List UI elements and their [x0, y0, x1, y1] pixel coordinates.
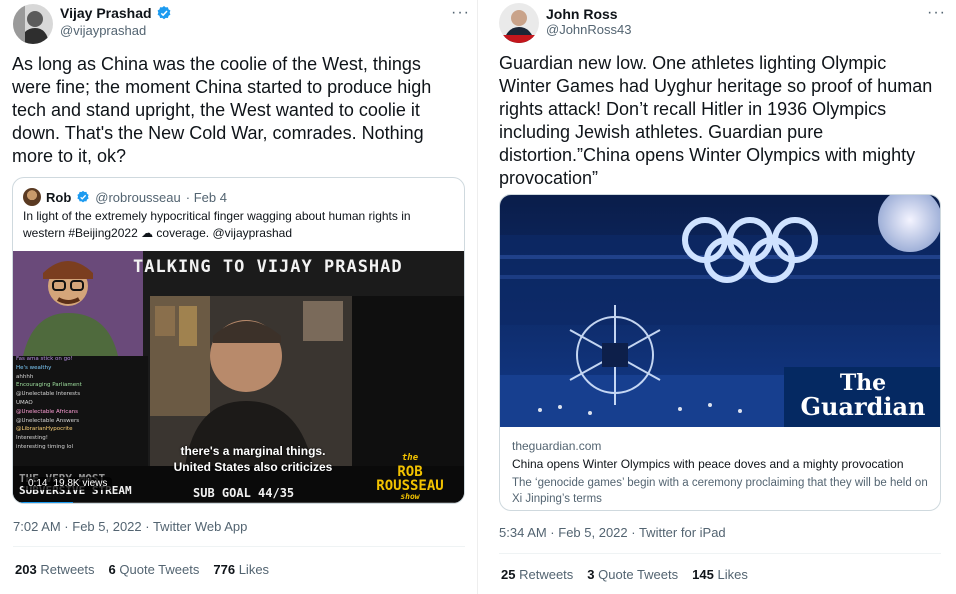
divider [13, 546, 465, 547]
chat-line: @Unelectable Africans [16, 408, 79, 415]
quoted-text: In light of the extremely hypocritical f… [23, 209, 411, 240]
show-logo-rob: ROB [397, 464, 423, 480]
video-caption: there's a marginal things. United States… [153, 443, 353, 475]
chat-line: @Unelectable Answers [16, 417, 80, 424]
author-handle[interactable]: @vijayprashad [60, 23, 146, 38]
quoted-date: · Feb 4 [185, 189, 227, 205]
chat-line: ahhhh [16, 373, 34, 380]
video-banner: TALKING TO VIJAY PRASHAD [133, 257, 403, 277]
chat-line: Interesting! [16, 435, 48, 442]
tweet-meta[interactable]: 5:34 AM · Feb 5, 2022 · Twitter for iPad [499, 525, 726, 540]
video-player[interactable]: TALKING TO VIJAY PRASHAD Fas ama stick o… [13, 251, 464, 503]
quoted-tweet[interactable]: Rob @robrousseau · Feb 4 In light of the… [12, 177, 465, 504]
tweet-meta[interactable]: 7:02 AM · Feb 5, 2022 · Twitter Web App [13, 519, 247, 534]
quote-tweets-stat[interactable]: 6 Quote Tweets [109, 562, 200, 577]
divider [499, 553, 941, 554]
video-views: 19.8K views [53, 478, 108, 489]
caption-line-2: United States also criticizes [173, 460, 333, 474]
more-icon[interactable]: ··· [451, 5, 470, 21]
show-logo-the: the [401, 453, 419, 463]
verified-badge-icon [77, 190, 89, 203]
link-card[interactable]: The Guardian theguardian.com China opens… [499, 194, 941, 511]
show-logo-rousseau: ROUSSEAU [376, 478, 444, 494]
link-domain: theguardian.com [512, 439, 602, 453]
link-description: The ‘genocide games’ begin with a ceremo… [512, 477, 928, 505]
retweets-stat[interactable]: 203 Retweets [15, 562, 95, 577]
guardian-logo-guardian: Guardian [800, 392, 926, 421]
caption-line-1: there's a marginal things. [180, 444, 326, 458]
tweet-stats: 203 Retweets 6 Quote Tweets 776 Likes [15, 562, 269, 577]
likes-stat[interactable]: 145 Likes [692, 567, 748, 582]
tweet-stats: 25 Retweets 3 Quote Tweets 145 Likes [501, 567, 748, 582]
video-timestamp: 0:14 [28, 478, 48, 489]
avatar[interactable] [13, 4, 53, 44]
tweet-text: As long as China was the coolie of the W… [12, 54, 432, 166]
likes-stat[interactable]: 776 Likes [213, 562, 269, 577]
chat-line: interesting timing lol [16, 443, 74, 450]
quoted-author-name: Rob [46, 189, 72, 205]
video-info-badge: 0:14 19.8K views [23, 477, 113, 490]
chat-line: Encouraging Parliament [16, 382, 82, 389]
quote-tweets-stat[interactable]: 3 Quote Tweets [587, 567, 678, 582]
author-handle[interactable]: @JohnRoss43 [546, 22, 631, 37]
tweet-left[interactable]: Vijay Prashad @vijayprashad ··· As long … [0, 0, 478, 594]
more-icon[interactable]: ··· [927, 5, 946, 21]
sub-goal: SUB GOAL 44/35 [193, 486, 295, 500]
link-title: China opens Winter Olympics with peace d… [512, 457, 904, 471]
tweet-right[interactable]: John Ross @JohnRoss43 ··· Guardian new l… [486, 0, 956, 594]
retweets-stat[interactable]: 25 Retweets [501, 567, 573, 582]
quoted-author-handle: @robrousseau [95, 189, 181, 205]
avatar[interactable] [499, 3, 539, 43]
show-logo-show: show [400, 492, 420, 501]
author-name[interactable]: John Ross [546, 6, 618, 22]
chat-overlay: Fas ama stick on go! He's wealthy ahhhh … [16, 355, 144, 452]
chat-line: UMAO [16, 399, 33, 406]
verified-badge-icon [157, 6, 170, 20]
chat-line: Fas ama stick on go! [16, 356, 73, 362]
author-name[interactable]: Vijay Prashad [60, 5, 152, 21]
author-name-row[interactable]: Vijay Prashad [60, 5, 172, 21]
chat-line: He's wealthy [16, 364, 52, 371]
chat-line: @Unelectable Interests [16, 391, 81, 398]
guardian-logo: The Guardian [786, 367, 940, 427]
author-name-row[interactable]: John Ross [546, 6, 618, 22]
tweet-text: Guardian new low. One athletes lighting … [499, 53, 933, 188]
chat-line: @LibrarianHypocrite [16, 426, 73, 433]
quoted-avatar [23, 188, 41, 206]
quoted-header: Rob @robrousseau · Feb 4 [23, 188, 227, 206]
show-logo: the ROB ROUSSEAU show [358, 451, 462, 501]
